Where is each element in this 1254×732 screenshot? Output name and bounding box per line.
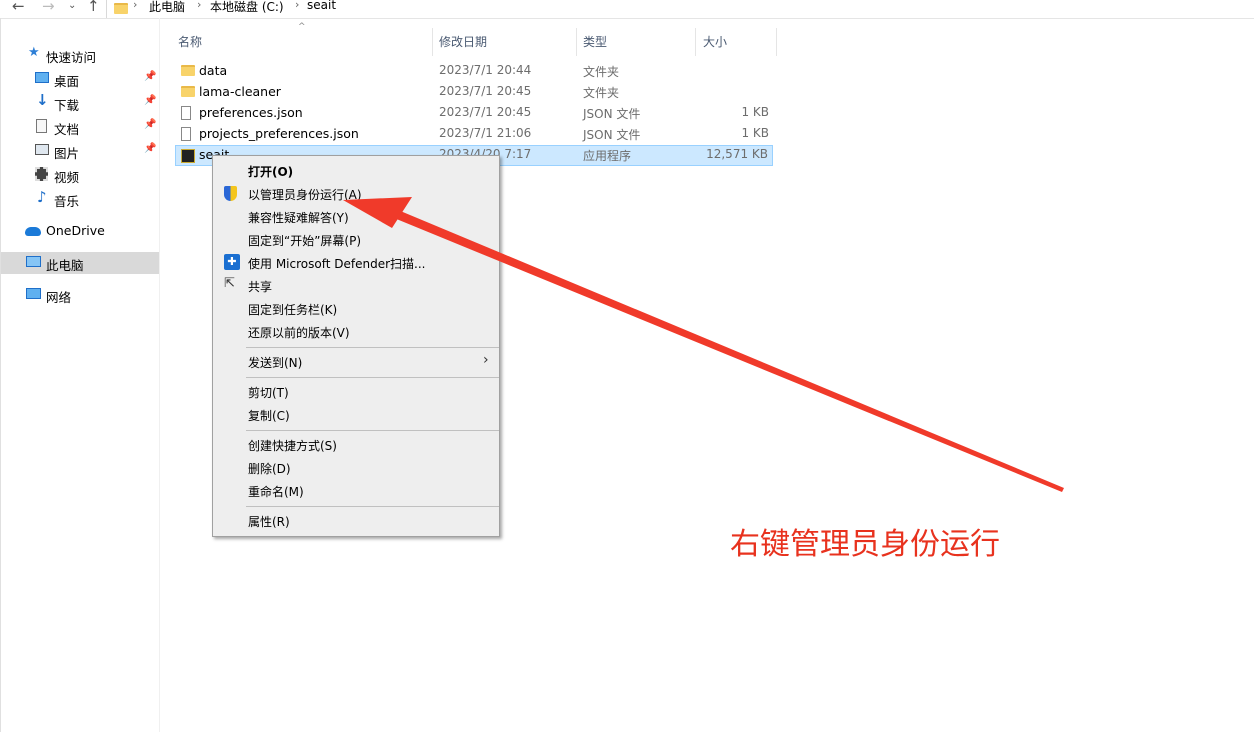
annotation-arrow — [343, 197, 1064, 492]
annotation-arrow-shaft — [394, 210, 1064, 492]
annotation-arrow-head — [343, 197, 412, 228]
annotation-text: 右键管理员身份运行 — [730, 527, 1000, 562]
